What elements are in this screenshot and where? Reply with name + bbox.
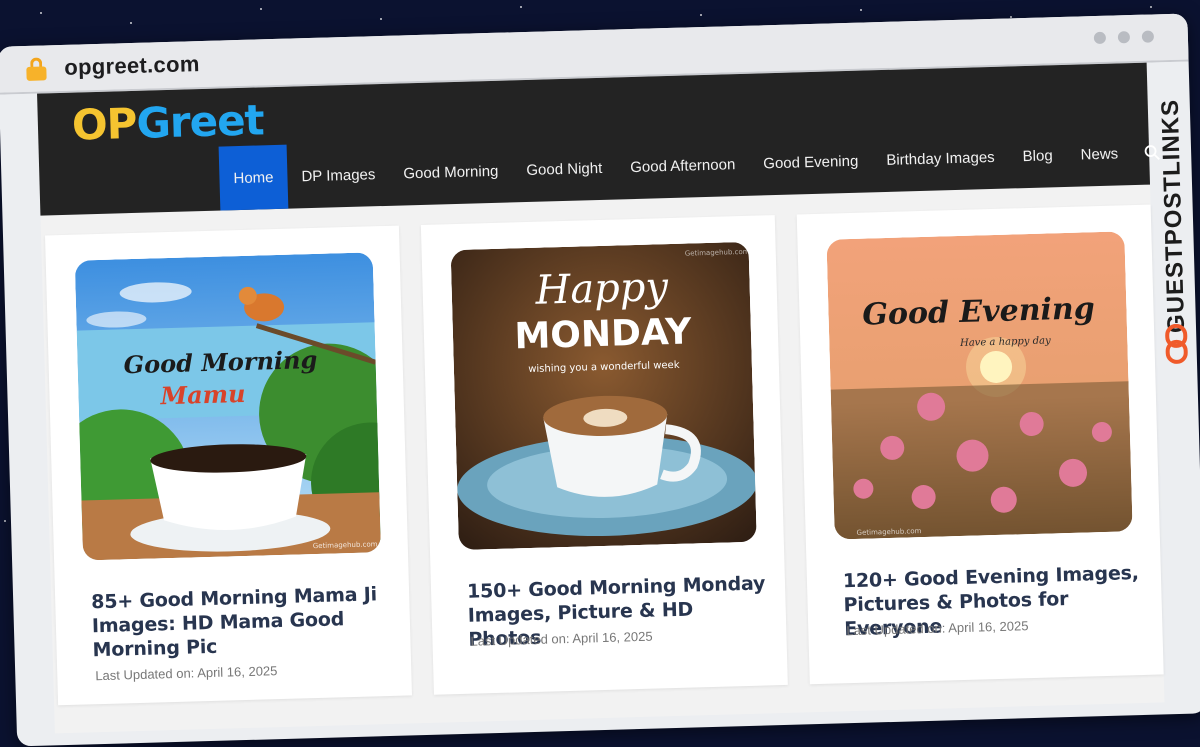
- window-controls: [1093, 30, 1155, 45]
- nav-item-dp-images[interactable]: DP Images: [287, 142, 391, 209]
- guestpostlinks-badge: GUESTPOSTLINKS: [1145, 71, 1197, 372]
- nav-item-news[interactable]: News: [1066, 121, 1133, 187]
- logo-part-op: OP: [71, 98, 138, 150]
- image-caption-line1: Good Evening: [862, 291, 1095, 332]
- link-icon: [1165, 323, 1188, 364]
- lock-icon: [26, 57, 47, 81]
- main-nav: Home DP Images Good Morning Good Night G…: [218, 120, 1173, 211]
- nav-item-good-afternoon[interactable]: Good Afternoon: [615, 132, 750, 200]
- site-logo[interactable]: OPGreet: [71, 95, 264, 149]
- post-title[interactable]: 85+ Good Morning Mama Ji Images: HD Mama…: [91, 582, 393, 662]
- nav-item-birthday-images[interactable]: Birthday Images: [871, 125, 1009, 193]
- nav-item-good-evening[interactable]: Good Evening: [748, 128, 873, 195]
- post-card[interactable]: Happy MONDAY wishing you a wonderful wee…: [420, 215, 788, 695]
- image-caption-line2: Mamu: [159, 379, 246, 410]
- image-caption-line1: Happy: [534, 264, 670, 314]
- image-caption-line2: MONDAY: [514, 311, 693, 357]
- image-caption-line1: Good Morning: [123, 345, 317, 379]
- nav-item-blog[interactable]: Blog: [1008, 123, 1068, 189]
- window-dot-icon: [1141, 30, 1155, 43]
- browser-window: opgreet.com OPGreet Home DP Images Good …: [0, 13, 1200, 747]
- nav-item-good-night[interactable]: Good Night: [511, 135, 617, 202]
- nav-item-good-morning[interactable]: Good Morning: [388, 138, 513, 205]
- post-card[interactable]: Good Evening Have a happy day Getimagehu…: [796, 204, 1164, 685]
- post-card[interactable]: Good Morning Mamu Getimagehub.com 85+ Go…: [45, 225, 412, 706]
- web-page: OPGreet Home DP Images Good Morning Good…: [37, 62, 1165, 734]
- post-thumbnail[interactable]: Good Evening Have a happy day Getimagehu…: [826, 231, 1133, 540]
- post-thumbnail[interactable]: Good Morning Mamu Getimagehub.com: [74, 252, 381, 561]
- url-text[interactable]: opgreet.com: [64, 51, 200, 81]
- badge-text: GUESTPOSTLINKS: [1156, 98, 1191, 334]
- logo-part-greet: Greet: [135, 95, 265, 148]
- nav-item-home[interactable]: Home: [218, 144, 289, 211]
- window-dot-icon: [1117, 31, 1131, 44]
- window-dot-icon: [1093, 31, 1107, 45]
- post-thumbnail[interactable]: Happy MONDAY wishing you a wonderful wee…: [450, 241, 757, 551]
- post-updated-date: Last Updated on: April 16, 2025: [95, 663, 278, 684]
